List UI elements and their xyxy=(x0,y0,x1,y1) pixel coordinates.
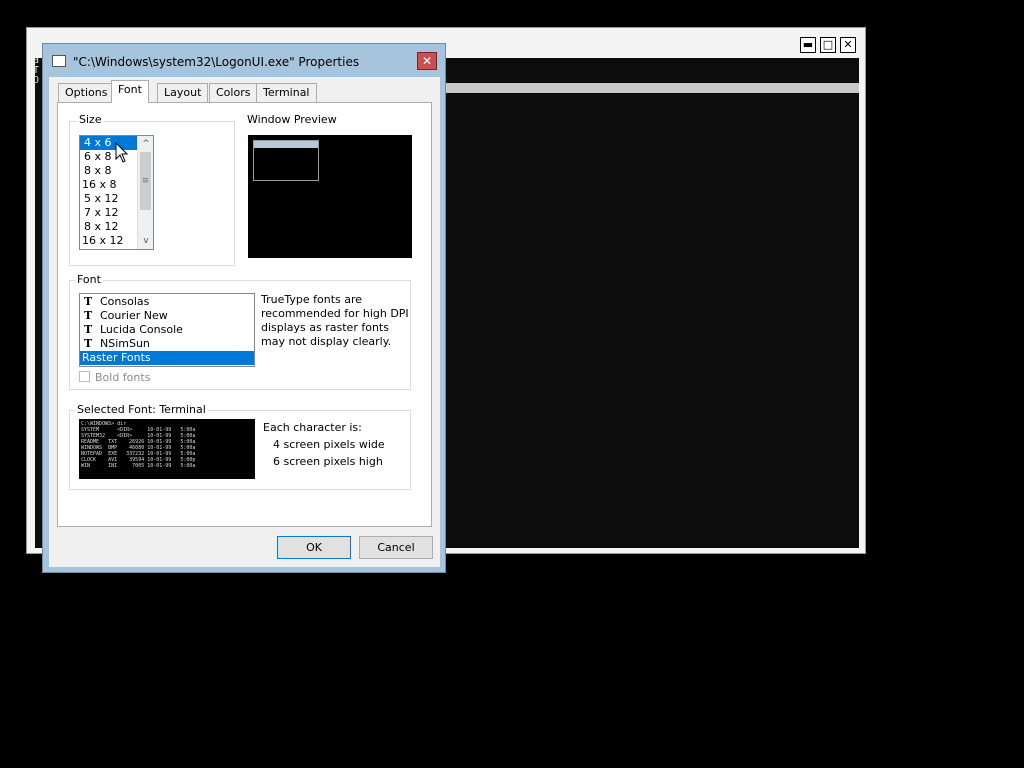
truetype-icon: T xyxy=(84,309,93,322)
mouse-cursor-icon xyxy=(115,142,129,163)
size-list-scrollbar[interactable]: ^ ≡ v xyxy=(137,136,153,249)
scroll-grip-icon: ≡ xyxy=(141,176,150,186)
window-preview-label: Window Preview xyxy=(245,113,339,126)
font-tab-panel: Size 4 x 6 6 x 8 8 x 8 16 x 8 5 x 12 7 x… xyxy=(57,102,432,527)
dialog-title: "C:\Windows\system32\LogonUI.exe" Proper… xyxy=(73,55,360,69)
truetype-note: TrueType fonts are recommended for high … xyxy=(261,293,409,348)
preview-mini-titlebar xyxy=(254,141,318,148)
ok-button[interactable]: OK xyxy=(277,536,351,559)
console-app-icon xyxy=(52,55,66,67)
font-item[interactable]: T Lucida Console xyxy=(80,323,254,337)
tab-options[interactable]: Options xyxy=(58,83,115,102)
dialog-body: Options Font Layout Colors Terminal Size… xyxy=(49,77,440,567)
maximize-button[interactable]: □ xyxy=(820,37,836,53)
scroll-up-icon[interactable]: ^ xyxy=(138,137,153,151)
close-button[interactable]: ✕ xyxy=(840,37,856,53)
truetype-icon: T xyxy=(84,323,93,336)
console-selection-bar xyxy=(445,83,859,93)
console-side-text: a T O xyxy=(33,55,40,86)
selected-font-label: Selected Font: Terminal xyxy=(75,403,208,416)
size-group-label: Size xyxy=(77,113,104,126)
preview-mini-window xyxy=(253,140,319,181)
font-item[interactable]: T Consolas xyxy=(80,295,254,309)
font-item[interactable]: T Courier New xyxy=(80,309,254,323)
scrollbar-thumb[interactable]: ≡ xyxy=(140,152,151,210)
font-group-label: Font xyxy=(75,273,103,286)
tab-colors[interactable]: Colors xyxy=(209,83,258,102)
tab-terminal[interactable]: Terminal xyxy=(256,83,317,102)
char-size-heading: Each character is: xyxy=(263,421,362,434)
font-listbox[interactable]: T Consolas T Courier New T Lucida Consol… xyxy=(79,293,255,367)
sample-line: WIN INI 7005 10-01-99 5:00a xyxy=(81,463,196,469)
font-item-selected[interactable]: Raster Fonts xyxy=(80,351,254,365)
window-preview xyxy=(248,135,412,258)
dialog-close-button[interactable]: ✕ xyxy=(417,52,437,70)
char-height-text: 6 screen pixels high xyxy=(273,455,383,468)
minimize-button[interactable]: ▬ xyxy=(800,37,816,53)
tab-layout[interactable]: Layout xyxy=(157,83,209,102)
font-sample-preview: C:\WINDOWS> dir SYSTEM <DIR> 10-01-99 5:… xyxy=(79,419,255,479)
bold-fonts-label: Bold fonts xyxy=(95,371,151,384)
bold-fonts-checkbox[interactable] xyxy=(79,371,90,382)
truetype-icon: T xyxy=(84,295,93,308)
char-width-text: 4 screen pixels wide xyxy=(273,438,385,451)
tab-font[interactable]: Font xyxy=(111,80,149,103)
truetype-icon: T xyxy=(84,337,93,350)
cancel-button[interactable]: Cancel xyxy=(359,536,433,559)
font-item[interactable]: T NSimSun xyxy=(80,337,254,351)
scroll-down-icon[interactable]: v xyxy=(138,234,153,248)
properties-dialog: "C:\Windows\system32\LogonUI.exe" Proper… xyxy=(42,43,446,573)
